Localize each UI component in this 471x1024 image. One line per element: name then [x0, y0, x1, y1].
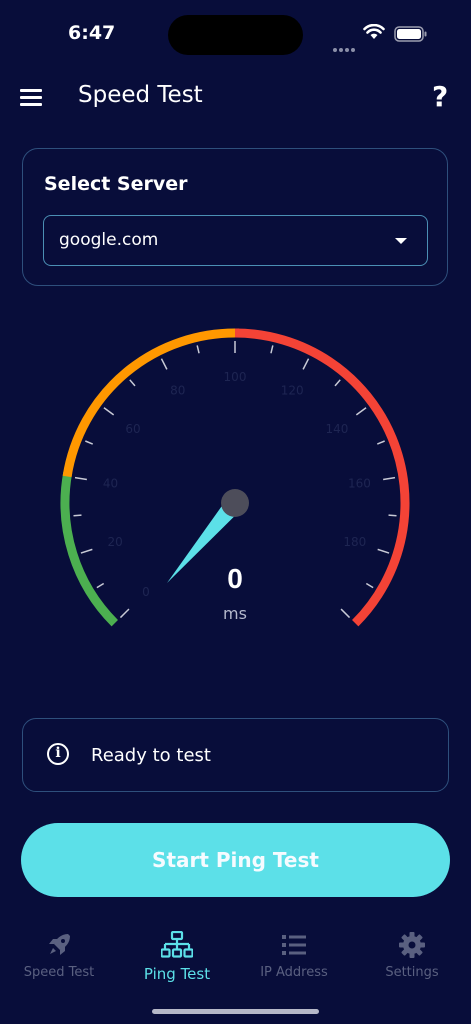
battery-icon: [394, 26, 427, 42]
gauge-tick: [119, 608, 130, 619]
nav-item-speed-test[interactable]: Speed Test: [9, 925, 109, 980]
gauge-arc-orange: [62, 328, 240, 478]
app-bar: Speed Test ?: [0, 70, 471, 126]
gauge-tick: [160, 358, 168, 370]
server-dropdown[interactable]: google.com: [43, 215, 428, 266]
help-icon[interactable]: ?: [432, 80, 448, 113]
gauge-tick: [365, 582, 374, 589]
list-icon: [282, 935, 306, 955]
gauge-tick: [270, 345, 274, 354]
gauge-tick-label: 60: [125, 422, 140, 436]
gauge-tick: [80, 548, 93, 554]
status-time: 6:47: [68, 22, 116, 44]
gear-icon: [399, 932, 425, 958]
status-text: Ready to test: [91, 745, 211, 766]
gauge-tick: [74, 476, 87, 481]
hamburger-menu-icon[interactable]: [20, 89, 42, 107]
ping-gauge: 0 20 40 60 80 100 120 140 160 180 0 ms: [60, 328, 410, 627]
dynamic-island: [168, 15, 303, 55]
signal-icon: [333, 37, 357, 56]
gauge-tick: [196, 345, 200, 354]
nav-item-ip-address[interactable]: IP Address: [244, 925, 344, 980]
gauge-tick: [85, 440, 94, 445]
gauge-tick: [129, 379, 136, 387]
status-bar: 6:47: [0, 0, 471, 70]
server-card: Select Server google.com: [22, 148, 448, 286]
rocket-icon: [49, 934, 70, 955]
gauge-tick: [383, 476, 396, 481]
nav-label-settings: Settings: [385, 965, 439, 980]
gauge-tick: [377, 548, 390, 554]
nav-label-speed-test: Speed Test: [23, 965, 95, 980]
gauge-tick-label: 20: [108, 535, 123, 549]
gauge-tick-label: 40: [103, 476, 118, 490]
server-selected-value: google.com: [59, 230, 159, 250]
gauge-tick: [73, 514, 82, 517]
gauge-unit: ms: [223, 604, 247, 623]
info-icon: i: [47, 743, 69, 765]
gauge-tick: [96, 582, 105, 589]
gauge-value: 0: [227, 563, 243, 594]
network-icon: [161, 931, 193, 958]
gauge-tick-label: 140: [325, 422, 348, 436]
start-ping-test-button[interactable]: Start Ping Test: [21, 823, 450, 897]
gauge-needle-hub: [221, 489, 249, 517]
gauge-tick: [388, 514, 397, 517]
gauge-arc-red: [234, 328, 410, 627]
gauge-tick: [355, 407, 367, 416]
gauge-tick: [334, 379, 341, 387]
nav-label-ping-test: Ping Test: [143, 965, 211, 983]
server-card-title: Select Server: [44, 173, 188, 195]
status-card: i Ready to test: [22, 718, 449, 792]
nav-label-ip-address: IP Address: [260, 965, 328, 980]
gauge-tick-label: 100: [224, 370, 247, 384]
wifi-icon: [363, 24, 385, 39]
gauge-tick-label: 0: [142, 585, 150, 599]
gauge-tick: [302, 358, 310, 370]
page-title: Speed Test: [78, 82, 203, 108]
ping-test-screen: 6:47 Speed Test ? Select Server google.c…: [0, 0, 471, 1024]
gauge-tick: [376, 440, 385, 445]
gauge-tick-label: 160: [348, 476, 371, 490]
nav-item-ping-test[interactable]: Ping Test: [127, 925, 227, 983]
nav-item-settings[interactable]: Settings: [362, 925, 462, 980]
gauge-tick: [340, 608, 351, 619]
gauge-tick-label: 120: [281, 384, 304, 398]
gauge-tick-label: 80: [170, 384, 185, 398]
home-indicator: [152, 1009, 319, 1014]
gauge-tick-label: 180: [343, 535, 366, 549]
dropdown-caret-icon: [395, 238, 407, 244]
gauge-tick: [103, 407, 115, 416]
